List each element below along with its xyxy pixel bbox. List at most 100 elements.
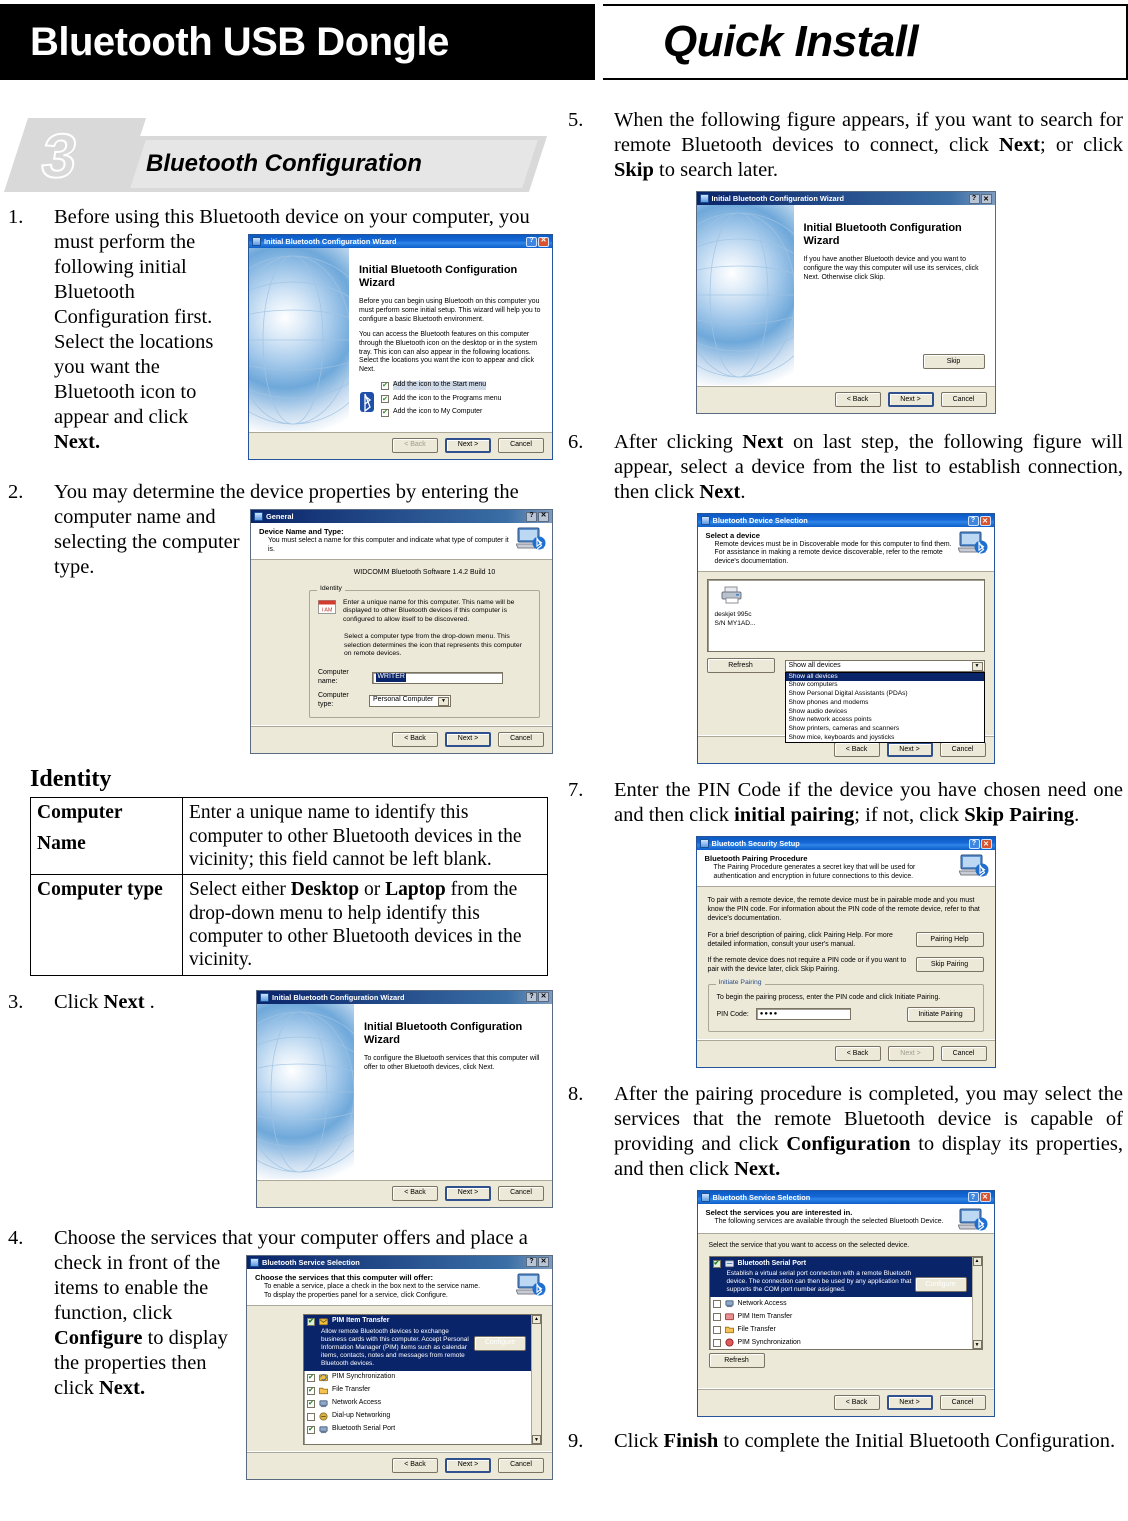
- dropdown-option[interactable]: Show network access points: [786, 716, 984, 725]
- checkbox-icon[interactable]: ✔: [307, 1317, 315, 1326]
- dropdown-option[interactable]: Show computers: [786, 681, 984, 690]
- list-item[interactable]: File Transfer: [710, 1323, 972, 1336]
- list-item-selected[interactable]: ✔ Bluetooth Serial Port: [709, 1256, 972, 1270]
- list-item-selected[interactable]: ✔ PIM Item Transfer: [304, 1314, 531, 1328]
- checkbox-icon[interactable]: ✔: [307, 1386, 315, 1395]
- pairing-help-button[interactable]: Pairing Help: [915, 932, 984, 948]
- close-icon[interactable]: ✕: [538, 236, 549, 247]
- back-button[interactable]: < Back: [834, 392, 881, 407]
- cancel-button[interactable]: Cancel: [940, 1045, 987, 1061]
- services-listbox[interactable]: ✔ Bluetooth Serial Port Establish a virt…: [708, 1255, 983, 1351]
- close-icon[interactable]: ✕: [980, 838, 992, 849]
- back-button[interactable]: < Back: [833, 1395, 880, 1411]
- help-icon[interactable]: ?: [968, 193, 980, 204]
- checkbox-icon[interactable]: ✔: [381, 408, 389, 417]
- back-button[interactable]: < Back: [392, 1458, 438, 1474]
- next-button[interactable]: Next >: [445, 732, 491, 748]
- next-button[interactable]: Next >: [886, 1395, 933, 1411]
- dropdown-option[interactable]: Show Personal Digital Assistants (PDAs): [786, 690, 984, 699]
- dropdown-option[interactable]: Show mice, keyboards and joysticks: [786, 734, 984, 743]
- back-button[interactable]: < Back: [833, 742, 880, 758]
- close-icon[interactable]: ✕: [979, 515, 991, 526]
- cancel-button[interactable]: Cancel: [498, 438, 544, 453]
- checkbox-row[interactable]: ✔ Add the icon to the Programs menu: [381, 395, 543, 404]
- checkbox-icon[interactable]: [307, 1412, 315, 1421]
- list-item[interactable]: PIM Item Transfer: [710, 1310, 972, 1323]
- scroll-up-icon[interactable]: ▲: [532, 1314, 541, 1324]
- pin-code-input[interactable]: ●●●●: [755, 1008, 851, 1021]
- checkbox-icon[interactable]: [712, 1325, 721, 1334]
- chevron-down-icon[interactable]: ▼: [438, 696, 450, 706]
- next-button[interactable]: Next >: [887, 1045, 934, 1061]
- next-button[interactable]: Next >: [445, 1185, 491, 1201]
- cancel-button[interactable]: Cancel: [498, 1185, 544, 1201]
- back-button[interactable]: < Back: [392, 1185, 438, 1201]
- checkbox-icon[interactable]: ✔: [381, 381, 389, 390]
- help-icon[interactable]: ?: [526, 511, 537, 522]
- device-item[interactable]: deskjet 995c S/N MY1AD...: [715, 586, 775, 627]
- help-icon[interactable]: ?: [526, 236, 537, 247]
- device-filter-select[interactable]: Show all devices ▼: [784, 659, 985, 672]
- checkbox-icon[interactable]: ✔: [307, 1425, 315, 1434]
- refresh-button[interactable]: Refresh: [706, 658, 775, 674]
- back-button[interactable]: < Back: [392, 438, 438, 453]
- refresh-button[interactable]: Refresh: [708, 1353, 765, 1369]
- checkbox-row[interactable]: ✔ Add the icon to My Computer: [381, 408, 543, 417]
- device-listbox[interactable]: deskjet 995c S/N MY1AD...: [706, 579, 985, 653]
- scroll-down-icon[interactable]: ▼: [972, 1340, 982, 1350]
- back-button[interactable]: < Back: [392, 732, 438, 748]
- help-icon[interactable]: ?: [967, 515, 979, 526]
- device-filter-dropdown[interactable]: Show all devices Show computers Show Per…: [784, 671, 985, 744]
- cancel-button[interactable]: Cancel: [940, 392, 987, 407]
- skip-button[interactable]: Skip: [922, 354, 985, 369]
- cancel-button[interactable]: Cancel: [498, 1458, 544, 1474]
- chevron-down-icon[interactable]: ▼: [971, 661, 983, 671]
- list-item[interactable]: Network Access: [710, 1297, 972, 1310]
- checkbox-icon[interactable]: ✔: [307, 1373, 315, 1382]
- cancel-button[interactable]: Cancel: [939, 1395, 986, 1411]
- checkbox-icon[interactable]: [712, 1312, 721, 1321]
- list-item[interactable]: Dial-up Networking: [304, 1410, 531, 1423]
- initiate-pairing-button[interactable]: Initiate Pairing: [906, 1006, 975, 1022]
- checkbox-icon[interactable]: [712, 1338, 721, 1347]
- close-icon[interactable]: ✕: [538, 1257, 549, 1268]
- computer-name-input[interactable]: WRITER: [372, 671, 504, 684]
- next-button[interactable]: Next >: [887, 392, 934, 407]
- list-item[interactable]: ✔ PIM Synchronization: [304, 1371, 531, 1384]
- configure-button[interactable]: Configure: [474, 1335, 526, 1351]
- cancel-button[interactable]: Cancel: [939, 742, 986, 758]
- help-icon[interactable]: ?: [967, 1192, 979, 1203]
- dropdown-option[interactable]: Show all devices: [785, 672, 984, 682]
- skip-pairing-button[interactable]: Skip Pairing: [915, 956, 984, 972]
- list-item[interactable]: PIM Synchronization: [710, 1336, 972, 1349]
- computer-type-select[interactable]: Personal Computer ▼: [369, 694, 452, 707]
- services-scrollbar[interactable]: ▲ ▼: [971, 1256, 982, 1350]
- list-item[interactable]: ✔ File Transfer: [304, 1384, 531, 1397]
- checkbox-row[interactable]: ✔ Add the icon to the Start menu: [381, 381, 543, 390]
- services-scrollbar[interactable]: ▲ ▼: [531, 1314, 541, 1445]
- close-icon[interactable]: ✕: [538, 511, 549, 522]
- checkbox-icon[interactable]: [712, 1299, 721, 1308]
- checkbox-icon[interactable]: ✔: [381, 395, 389, 404]
- next-button[interactable]: Next >: [886, 742, 933, 758]
- dropdown-option[interactable]: Show audio devices: [786, 708, 984, 717]
- checkbox-icon[interactable]: ✔: [307, 1399, 315, 1408]
- close-icon[interactable]: ✕: [538, 992, 549, 1003]
- close-icon[interactable]: ✕: [979, 1192, 991, 1203]
- help-icon[interactable]: ?: [526, 992, 537, 1003]
- help-icon[interactable]: ?: [968, 838, 980, 849]
- next-button[interactable]: Next >: [445, 438, 491, 453]
- dropdown-option[interactable]: Show phones and modems: [786, 699, 984, 708]
- checkbox-icon[interactable]: ✔: [712, 1259, 721, 1268]
- configure-button[interactable]: Configure: [914, 1276, 967, 1292]
- list-item[interactable]: ✔ Bluetooth Serial Port: [304, 1423, 531, 1436]
- dropdown-option[interactable]: Show printers, cameras and scanners: [786, 725, 984, 734]
- scroll-up-icon[interactable]: ▲: [972, 1256, 982, 1266]
- back-button[interactable]: < Back: [834, 1045, 881, 1061]
- services-listbox[interactable]: ✔ PIM Item Transfer Allow remote Bluetoo…: [303, 1313, 542, 1446]
- close-icon[interactable]: ✕: [980, 193, 992, 204]
- next-button[interactable]: Next >: [445, 1458, 491, 1474]
- cancel-button[interactable]: Cancel: [498, 732, 544, 748]
- list-item[interactable]: ✔ Network Access: [304, 1397, 531, 1410]
- scroll-down-icon[interactable]: ▼: [532, 1435, 541, 1445]
